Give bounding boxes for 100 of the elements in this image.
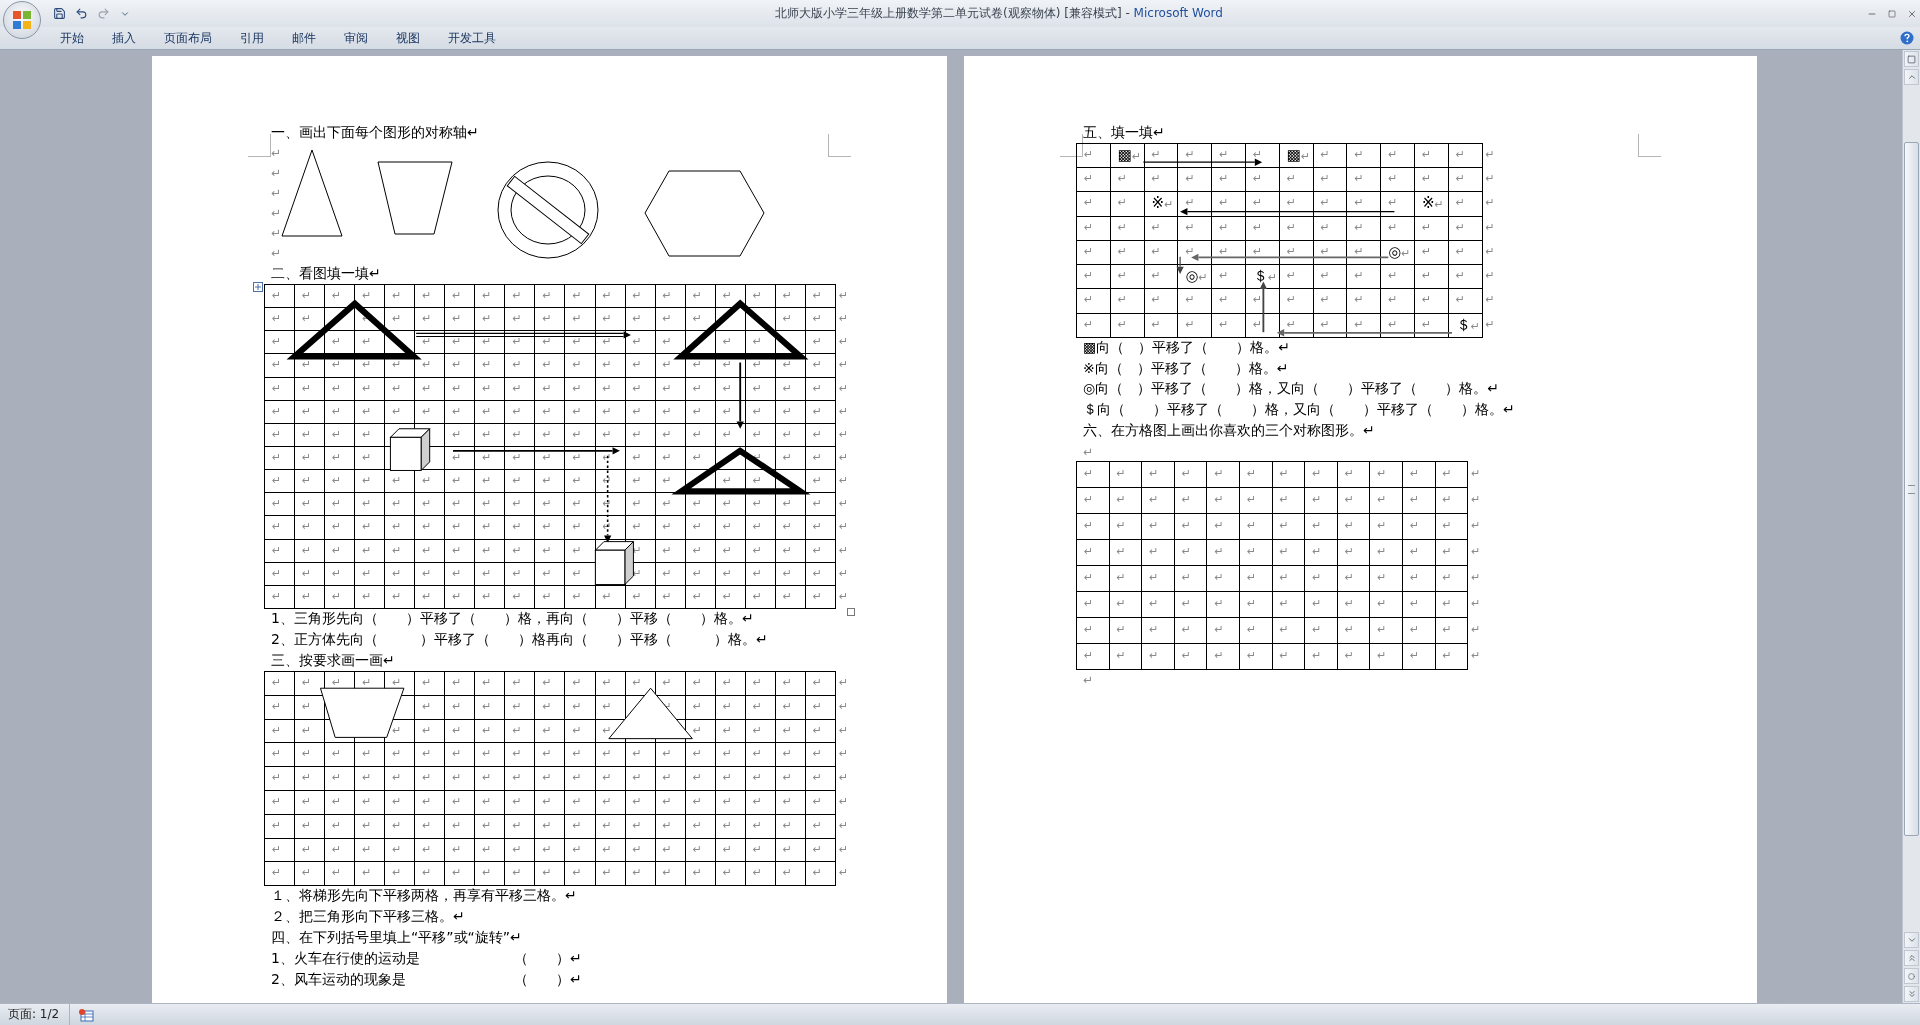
paragraph-mark: ↵ [837,865,849,882]
ribbon-tab[interactable]: 引用 [226,27,278,49]
paragraph-mark: ↵ [1470,596,1481,613]
ribbon-tab[interactable]: 插入 [98,27,150,49]
question-text: ２、把三角形向下平移三格。↵ [271,908,465,925]
table-cell: ↵ [1434,461,1469,489]
paragraph-mark: ↵ [837,542,849,559]
paragraph-mark: ↵ [271,185,282,202]
paragraph-mark: ↵ [837,770,849,787]
resize-handle[interactable] [847,607,856,616]
question-text: ▩向（ ）平移了（ ）格。↵ [1083,339,1290,356]
paragraph-mark: ↵ [1484,146,1495,163]
section-heading: 三、按要求画一画↵ [271,651,395,668]
table-cell: ↵ [264,861,296,887]
browse-object-icon[interactable] [1904,968,1919,984]
scroll-thumb[interactable] [1904,142,1919,836]
table-cell: ↵ [1076,643,1110,671]
help-icon[interactable] [1900,31,1914,45]
crop-mark [828,134,851,157]
table-cell: ↵ [1434,643,1469,671]
question-text: 1、三角形先向（ ）平移了（ ）格，再向（ ）平移（ ）格。↵ [271,609,754,626]
paragraph-mark: ↵ [837,473,849,490]
table-cell: ↵ [1076,312,1111,339]
paragraph-mark: ↵ [837,496,849,513]
paragraph-mark: ↵ [1470,648,1481,665]
answer-blank: （ ）↵ [514,949,582,969]
paragraph-mark: ↵ [837,450,849,466]
ruler-icon[interactable] [1904,51,1919,67]
ribbon-tab[interactable]: 开发工具 [434,27,510,49]
paragraph-mark: ↵ [1484,171,1495,187]
previous-page-icon[interactable] [1904,950,1919,966]
crop-mark [1638,134,1661,157]
paragraph-mark: ↵ [271,165,282,182]
paragraph-mark: ↵ [1470,570,1481,587]
table-cell: ↵ [804,670,836,696]
section-heading: 二、看图填一填↵ [271,265,381,281]
table-cell: ↵ [264,584,296,609]
ribbon-tab[interactable]: 页面布局 [150,27,226,49]
table-cell: ↵ [804,584,836,609]
paragraph-mark: ↵ [837,426,849,443]
table-cell: ↵ [804,861,836,887]
paragraph-mark: ↵ [271,205,282,222]
answer-blank: （ ）↵ [514,970,582,990]
window-title: 北师大版小学三年级上册数学第二单元试卷(观察物体) [兼容模式] - Microsoft Word [774,5,1224,22]
arrow [1176,255,1184,274]
paragraph-mark: ↵ [837,565,849,582]
cube-drawing [594,541,634,586]
office-logo-icon [12,10,32,30]
scroll-up-icon[interactable] [1904,69,1919,85]
paragraph-mark: ↵ [1083,444,1094,459]
question-text: １、将梯形先向下平移两格，再享有平移三格。↵ [271,887,577,904]
paragraph-mark: ↵ [271,225,282,242]
paragraph-mark: ↵ [837,841,849,858]
crop-mark [1060,134,1083,157]
ribbon-tab[interactable]: 视图 [382,27,434,49]
paragraph-mark: ↵ [1484,268,1495,285]
paragraph-mark: ↵ [837,380,849,397]
scroll-down-icon[interactable] [1904,932,1919,948]
ribbon-tab[interactable]: 邮件 [278,27,330,49]
paragraph-mark: ↵ [837,288,849,304]
ribbon-tab[interactable]: 开始 [46,27,98,49]
cube-drawing [389,428,431,471]
table-cell: ↵ [264,670,296,696]
section-heading: 一、画出下面每个图形的对称轴↵ [271,124,479,140]
paragraph-mark: ↵ [1470,622,1481,639]
paragraph-mark: ↵ [1083,673,1094,688]
section-heading: 六、在方格图上画出你喜欢的三个对称图形。↵ [1083,421,1375,438]
question-text: 1、火车在行使的运动是 [271,949,421,969]
section-heading: 五、填一填↵ [1083,124,1165,140]
table-cell: ↵ [1447,142,1483,168]
move-handle-icon[interactable] [253,282,263,292]
paragraph-mark: ↵ [1484,292,1495,309]
paragraph-mark: ↵ [1470,492,1481,509]
arrow [736,361,744,429]
paragraph-mark: ↵ [1470,544,1481,561]
paragraph-mark: ↵ [1484,195,1495,212]
table-cell: ↵ [804,284,836,309]
ribbon-tab[interactable]: 审阅 [330,27,382,49]
section-heading: 四、在下列括号里填上“平移”或“旋转”↵ [271,929,522,946]
table-cell: ↵ [1076,142,1111,168]
paragraph-mark: ↵ [837,311,849,328]
question-text: 2、风车运动的现象是 [271,970,407,990]
crop-mark [248,134,271,157]
paragraph-mark: ↵ [837,746,849,763]
page-count[interactable]: 页面: 1/2 [0,1004,71,1025]
macro-record-icon[interactable] [78,1007,95,1022]
paragraph-mark: ↵ [837,357,849,374]
paragraph-mark: ↵ [837,334,849,351]
question-text: ＄向（ ）平移了（ ）格，又向（ ）平移了（ ）格。↵ [1083,401,1515,418]
arrow [1259,281,1268,333]
paragraph-mark: ↵ [837,519,849,536]
paragraph-mark: ↵ [1484,243,1495,260]
paragraph-mark: ↵ [837,588,849,605]
paragraph-mark: ↵ [271,145,282,162]
paragraph-mark: ↵ [837,817,849,834]
next-page-icon[interactable] [1904,986,1919,1002]
paragraph-mark: ↵ [837,698,849,715]
paragraph-mark: ↵ [837,674,849,691]
paragraph-mark: ↵ [271,245,282,262]
paragraph-mark: ↵ [1470,518,1481,535]
